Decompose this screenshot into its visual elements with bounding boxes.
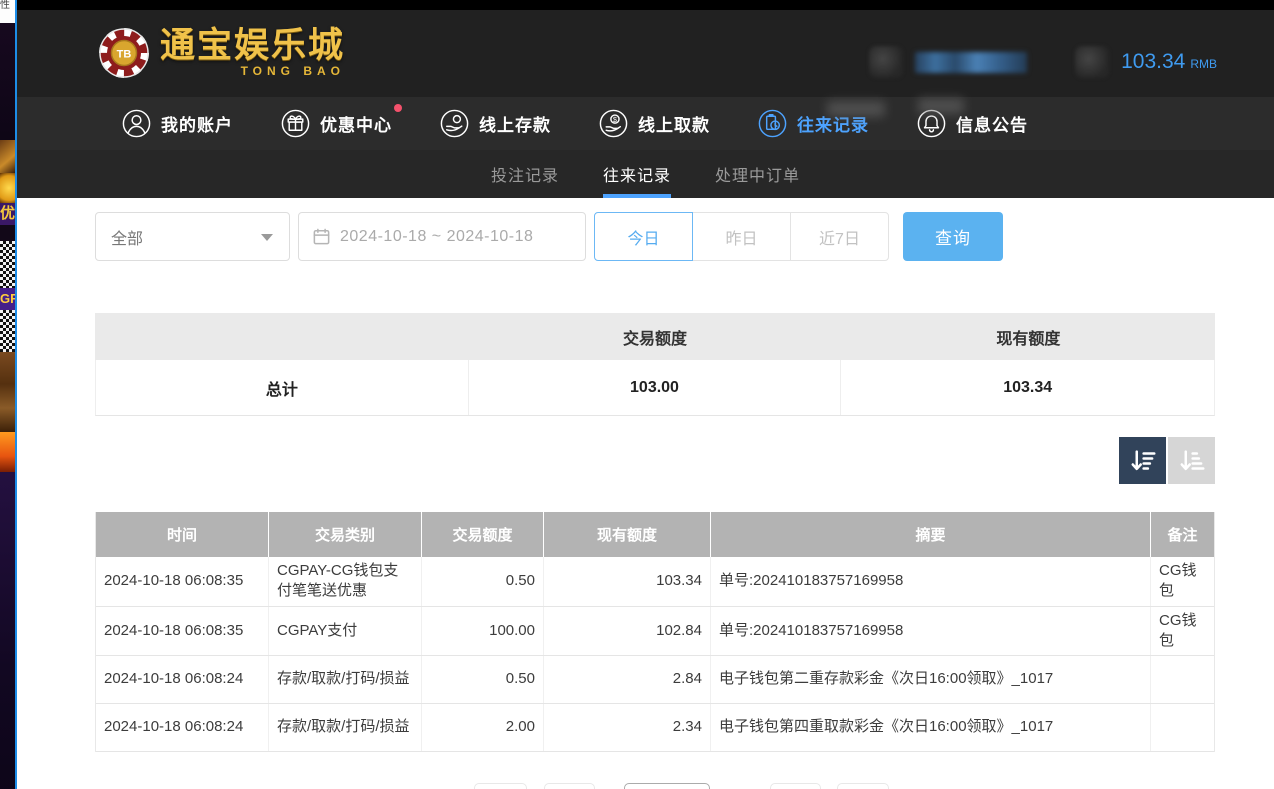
pagination-first-button[interactable] — [474, 783, 527, 789]
username-redacted — [915, 52, 1027, 73]
summary-total-label: 总计 — [96, 360, 469, 415]
records-table-header: 时间 交易类别 交易额度 现有额度 摘要 备注 — [96, 512, 1214, 557]
svg-text:$: $ — [613, 115, 617, 124]
col-remark: 备注 — [1151, 512, 1214, 557]
pagination-page-select[interactable] — [624, 783, 710, 789]
sort-ascending-button[interactable] — [1168, 437, 1215, 484]
pagination — [121, 783, 1241, 789]
content-area: 全部 2024-10-18 ~ 2024-10-18 今日 昨日 近7日 查询 — [17, 198, 1274, 789]
quick-date-buttons: 今日 昨日 近7日 — [594, 212, 889, 261]
col-summary: 摘要 — [711, 512, 1151, 557]
col-trade-amount: 交易额度 — [422, 512, 544, 557]
app-header: TB 通宝娱乐城 TONG BAO 103.34 RMB — [17, 10, 1274, 97]
qr-code-fragment — [0, 241, 15, 265]
summary-table: 交易额度 现有额度 总计 103.00 103.34 — [95, 313, 1215, 416]
sort-desc-icon — [1128, 446, 1158, 476]
svg-text:TB: TB — [117, 49, 132, 61]
last7days-button[interactable]: 近7日 — [790, 212, 889, 261]
casino-chip-icon: TB — [98, 27, 150, 79]
nav-item-deposit[interactable]: 线上存款 — [439, 108, 551, 139]
balance-amount: 103.34 — [1121, 50, 1185, 74]
tab-bet-records[interactable]: 投注记录 — [469, 150, 581, 198]
background-text-fragment: 优 — [0, 203, 15, 225]
account-balance: 103.34 RMB — [1121, 50, 1217, 74]
calendar-icon — [312, 227, 331, 246]
main-nav: 我的账户 优惠中心 — [17, 97, 1274, 150]
yesterday-button[interactable]: 昨日 — [692, 212, 791, 261]
redaction-smudge — [918, 98, 964, 114]
col-category: 交易类别 — [269, 512, 422, 557]
redaction-smudge — [827, 101, 885, 117]
nav-item-promotions[interactable]: 优惠中心 — [280, 108, 392, 139]
background-text-fragment: GR — [0, 288, 15, 310]
background-promo-image — [0, 140, 15, 173]
filter-bar: 全部 2024-10-18 ~ 2024-10-18 今日 昨日 近7日 查询 — [95, 212, 1215, 261]
summary-total-row: 总计 103.00 103.34 — [95, 360, 1215, 416]
col-time: 时间 — [96, 512, 269, 557]
type-select[interactable]: 全部 — [95, 212, 290, 261]
site-subtitle: TONG BAO — [160, 64, 345, 78]
sort-descending-button[interactable] — [1119, 437, 1166, 484]
summary-header-row: 交易额度 现有额度 — [95, 313, 1215, 360]
main-window: TB 通宝娱乐城 TONG BAO 103.34 RMB — [17, 0, 1274, 789]
record-tabs: 投注记录 往来记录 处理中订单 — [17, 150, 1274, 198]
pagination-prev-button[interactable] — [544, 783, 595, 789]
screen: 性 优 GR TB 通宝娱乐城 — [0, 0, 1274, 789]
background-clipped-text: 性 — [0, 0, 15, 23]
site-logo[interactable]: TB 通宝娱乐城 TONG BAO — [98, 27, 345, 79]
table-row: 2024-10-18 06:08:35 CGPAY-CG钱包支付笔笔送优惠 0.… — [96, 557, 1214, 607]
table-row: 2024-10-18 06:08:35 CGPAY支付 100.00 102.8… — [96, 607, 1214, 657]
summary-total-trade: 103.00 — [469, 360, 842, 415]
site-title: 通宝娱乐城 — [160, 28, 345, 64]
deposit-hand-coin-icon — [439, 108, 470, 139]
col-current-balance: 现有额度 — [544, 512, 711, 557]
notification-dot — [394, 104, 402, 112]
chevron-down-icon — [261, 234, 273, 241]
summary-total-balance: 103.34 — [841, 360, 1214, 415]
account-area: 103.34 RMB — [869, 46, 1217, 78]
search-button[interactable]: 查询 — [903, 212, 1003, 261]
tab-transaction-records[interactable]: 往来记录 — [581, 150, 693, 198]
nav-item-withdraw[interactable]: $ 线上取款 — [598, 108, 710, 139]
top-black-bar — [17, 0, 1274, 10]
pagination-next-button[interactable] — [770, 783, 821, 789]
pagination-last-button[interactable] — [837, 783, 889, 789]
table-row: 2024-10-18 06:08:24 存款/取款/打码/损益 0.50 2.8… — [96, 656, 1214, 704]
summary-header-current-balance: 现有额度 — [842, 313, 1215, 360]
records-clipboard-clock-icon — [757, 108, 788, 139]
today-button[interactable]: 今日 — [594, 212, 693, 261]
balance-currency: RMB — [1190, 57, 1217, 71]
user-icon — [121, 108, 152, 139]
nav-item-transaction-records[interactable]: 往来记录 — [757, 108, 869, 139]
nav-item-my-account[interactable]: 我的账户 — [121, 108, 233, 139]
summary-header-empty — [95, 313, 468, 360]
qr-code-fragment — [0, 310, 15, 352]
user-avatar-redacted[interactable] — [869, 46, 903, 78]
date-range-input[interactable]: 2024-10-18 ~ 2024-10-18 — [298, 212, 586, 261]
table-row: 2024-10-18 06:08:24 存款/取款/打码/损益 2.00 2.3… — [96, 704, 1214, 752]
sort-controls — [95, 437, 1215, 484]
gift-icon — [280, 108, 311, 139]
summary-header-trade-amount: 交易额度 — [468, 313, 841, 360]
sort-asc-icon — [1177, 446, 1207, 476]
wallet-icon-redacted[interactable] — [1075, 46, 1109, 78]
records-table: 时间 交易类别 交易额度 现有额度 摘要 备注 2024-10-18 06:08… — [95, 512, 1215, 752]
tab-pending-orders[interactable]: 处理中订单 — [693, 150, 822, 198]
withdraw-hand-dollar-icon: $ — [598, 108, 629, 139]
nav-item-announcements[interactable]: 信息公告 — [916, 108, 1028, 139]
qr-code-fragment — [0, 265, 15, 288]
